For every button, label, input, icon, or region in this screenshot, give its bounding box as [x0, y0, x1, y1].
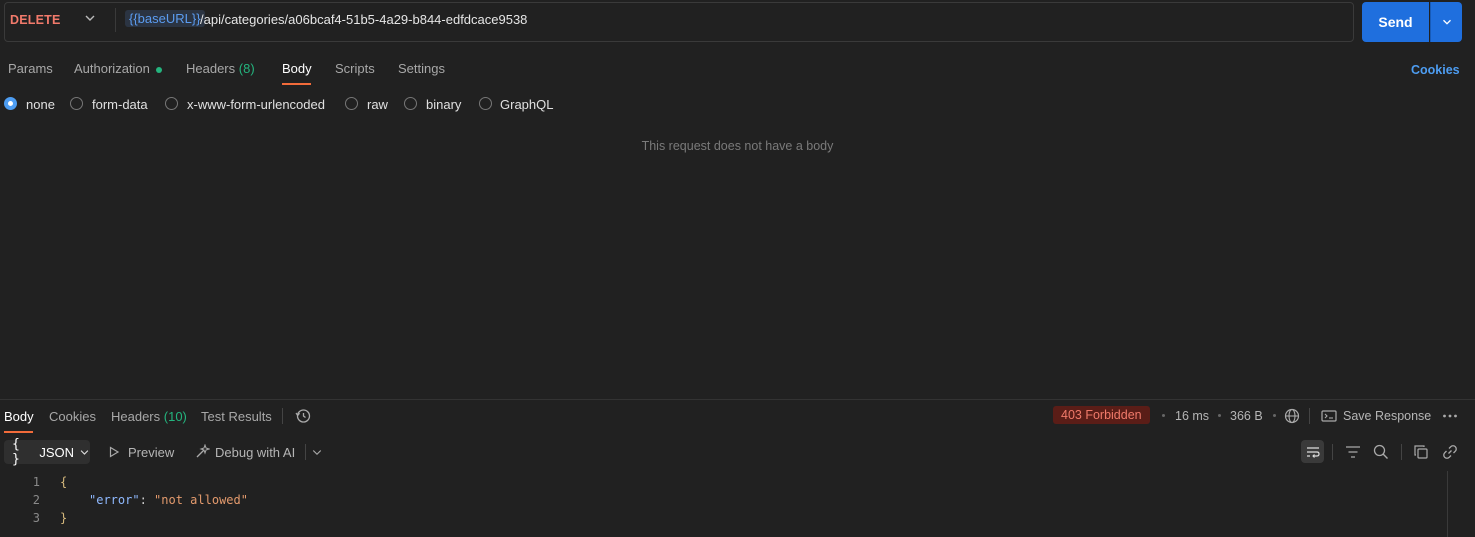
json-line: "error": "not allowed" — [89, 493, 248, 507]
radio-graphql[interactable] — [479, 97, 492, 110]
radio-none-label[interactable]: none — [26, 97, 55, 112]
play-icon[interactable] — [103, 441, 125, 463]
json-key: "error" — [89, 493, 140, 507]
status-badge[interactable]: 403 Forbidden — [1053, 406, 1150, 424]
history-icon[interactable] — [292, 405, 314, 427]
ai-sparkle-icon[interactable] — [191, 441, 213, 463]
format-selector[interactable]: { } JSON — [4, 437, 90, 467]
chevron-down-icon — [1442, 19, 1451, 25]
meta-dot — [1162, 414, 1165, 417]
active-tab-indicator — [282, 83, 311, 85]
radio-raw-label[interactable]: raw — [367, 97, 388, 112]
response-time[interactable]: 16 ms — [1175, 409, 1209, 423]
empty-body-message: This request does not have a body — [641, 139, 834, 153]
search-icon[interactable] — [1370, 441, 1392, 463]
url-separator — [115, 8, 116, 32]
line-number: 1 — [32, 475, 40, 489]
radio-graphql-label[interactable]: GraphQL — [500, 97, 553, 112]
json-colon: : — [139, 493, 147, 507]
meta-dot — [1218, 414, 1221, 417]
response-tab-headers[interactable]: Headers (10) — [111, 409, 187, 424]
save-response-icon[interactable] — [1318, 405, 1340, 427]
response-tab-headers-label: Headers — [111, 409, 161, 424]
line-number: 2 — [32, 493, 40, 507]
chevron-down-icon[interactable] — [306, 441, 328, 463]
json-open-brace: { — [60, 475, 68, 489]
radio-raw[interactable] — [345, 97, 358, 110]
method-selector[interactable]: DELETE — [10, 13, 61, 27]
more-options-icon[interactable] — [1439, 405, 1461, 427]
response-headers-count: (10) — [163, 409, 187, 424]
line-number: 3 — [32, 511, 40, 525]
cookies-link[interactable]: Cookies — [1411, 63, 1460, 77]
radio-binary[interactable] — [404, 97, 417, 110]
tab-scripts[interactable]: Scripts — [335, 61, 375, 76]
url-input[interactable]: /api/categories/a06bcaf4-51b5-4a29-b844-… — [200, 12, 527, 27]
editor-scrollbar[interactable] — [1447, 471, 1448, 537]
response-tab-body[interactable]: Body — [4, 409, 34, 424]
copy-icon[interactable] — [1410, 441, 1432, 463]
format-label: JSON — [39, 444, 75, 460]
meta-dot — [1273, 414, 1276, 417]
response-active-tab-indicator — [4, 431, 33, 433]
response-tab-test-results[interactable]: Test Results — [201, 409, 272, 424]
response-size[interactable]: 366 B — [1230, 409, 1263, 423]
tab-separator — [282, 408, 283, 424]
json-close-brace: } — [60, 511, 68, 525]
headers-count: (8) — [238, 61, 255, 76]
url-variable[interactable]: {{baseURL}} — [125, 10, 205, 27]
tab-headers-label: Headers — [186, 61, 236, 76]
tab-body[interactable]: Body — [282, 61, 312, 76]
radio-urlencoded[interactable] — [165, 97, 178, 110]
send-options-button[interactable] — [1430, 2, 1462, 42]
radio-none[interactable] — [4, 97, 17, 110]
radio-binary-label[interactable]: binary — [426, 97, 461, 112]
toolbar-separator — [1401, 444, 1402, 460]
radio-form-data[interactable] — [70, 97, 83, 110]
send-button[interactable]: Send — [1362, 2, 1429, 42]
debug-with-ai-button[interactable]: Debug with AI — [215, 445, 295, 460]
pane-divider[interactable] — [0, 399, 1475, 400]
response-tab-cookies[interactable]: Cookies — [49, 409, 96, 424]
braces-icon: { } — [12, 437, 20, 467]
wrap-lines-icon[interactable] — [1301, 440, 1324, 463]
chevron-down-icon[interactable] — [82, 10, 98, 26]
tab-authorization[interactable]: Authorization — [74, 61, 162, 76]
meta-separator — [1309, 408, 1310, 424]
radio-form-data-label[interactable]: form-data — [92, 97, 148, 112]
tab-headers[interactable]: Headers (8) — [186, 61, 255, 76]
tab-settings[interactable]: Settings — [398, 61, 445, 76]
link-icon[interactable] — [1439, 441, 1461, 463]
tab-authorization-label: Authorization — [74, 61, 150, 76]
filter-icon[interactable] — [1342, 441, 1364, 463]
json-value: "not allowed" — [154, 493, 248, 507]
globe-icon[interactable] — [1281, 405, 1303, 427]
save-response-button[interactable]: Save Response — [1343, 409, 1431, 423]
status-dot-icon — [155, 66, 162, 73]
preview-button[interactable]: Preview — [128, 445, 174, 460]
tab-params[interactable]: Params — [8, 61, 53, 76]
radio-urlencoded-label[interactable]: x-www-form-urlencoded — [187, 97, 325, 112]
chevron-down-icon — [80, 450, 89, 455]
toolbar-separator — [1332, 444, 1333, 460]
